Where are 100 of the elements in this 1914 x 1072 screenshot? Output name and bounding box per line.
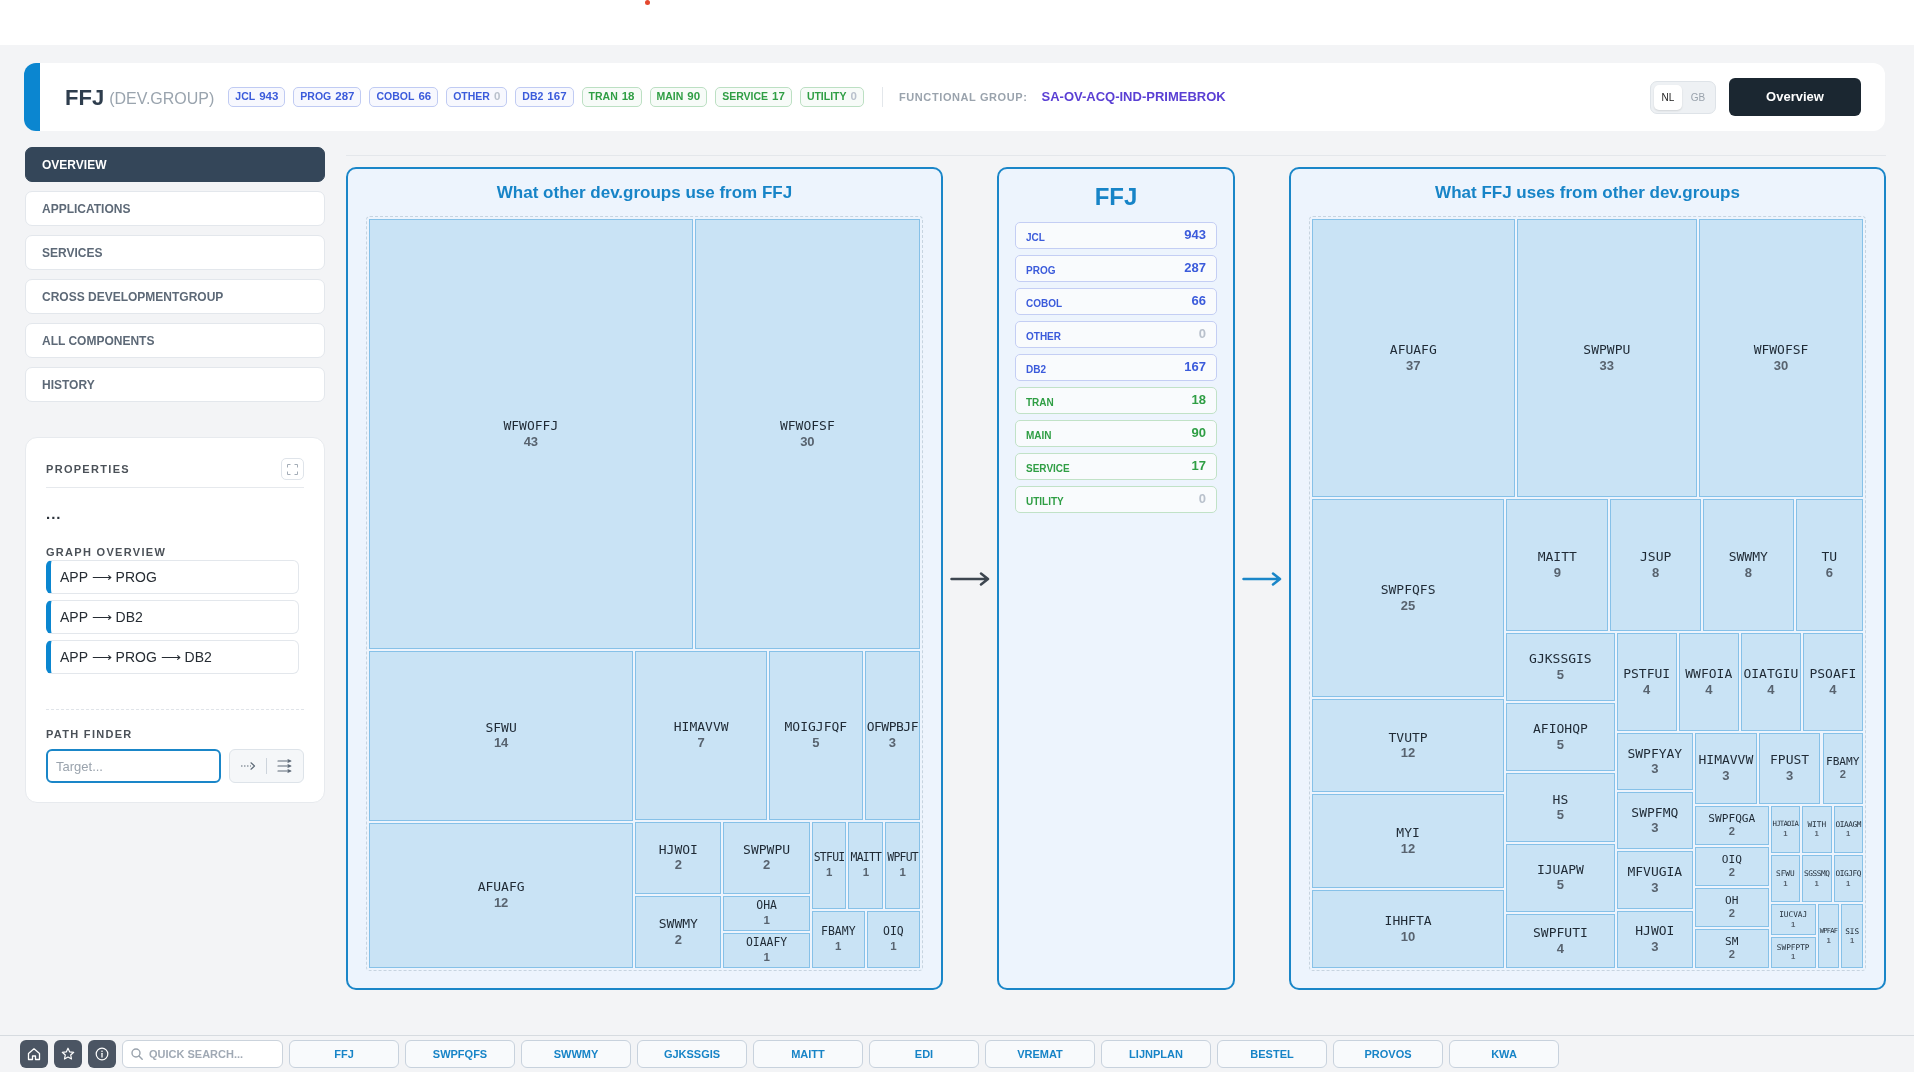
treemap-cell[interactable]: AFIOHQP 5: [1506, 703, 1615, 772]
cell-count: 1: [825, 864, 833, 880]
treemap-cell[interactable]: WFWOFFJ 43: [369, 219, 693, 649]
nav-item[interactable]: APPLICATIONS: [25, 191, 325, 226]
shortcut-button[interactable]: EDI: [869, 1040, 979, 1068]
cell-label: JSUP: [1640, 549, 1672, 565]
treemap-cell[interactable]: OHA 1: [723, 895, 810, 931]
graph-path-item[interactable]: APP ⟶ DB2: [46, 600, 299, 634]
cell-count: 3: [1651, 879, 1659, 896]
treemap-cell[interactable]: WFWOFSF 30: [1699, 219, 1863, 498]
treemap-cell[interactable]: OIQ 2: [1695, 846, 1769, 886]
treemap-cell[interactable]: PSTFUI 4: [1616, 633, 1677, 731]
shortcut-button[interactable]: LIJNPLAN: [1101, 1040, 1211, 1068]
shortcut-button[interactable]: PROVOS: [1333, 1040, 1443, 1068]
shortcut-button[interactable]: SWPFQFS: [405, 1040, 515, 1068]
treemap-cell[interactable]: JSUP 8: [1610, 499, 1701, 632]
cell-count: 8: [1652, 564, 1660, 582]
cell-label: WFWOFSF: [779, 417, 835, 434]
graph-path-item[interactable]: APP ⟶ PROG: [46, 560, 299, 594]
cell-count: 12: [493, 894, 509, 912]
treemap-cell[interactable]: OIAAFY 1: [723, 932, 810, 968]
stat-label: SERVICE: [1026, 461, 1070, 476]
cell-label: TU: [1821, 549, 1838, 565]
treemap-cell[interactable]: SWPFYAY 3: [1616, 732, 1694, 791]
cell-label: PSTFUI: [1623, 666, 1671, 682]
language-option[interactable]: NL: [1654, 84, 1682, 110]
home-button[interactable]: [20, 1040, 48, 1068]
cell-count: 2: [674, 857, 682, 874]
treemap-cell[interactable]: OIQ 1: [866, 910, 920, 968]
treemap-cell[interactable]: MFVUGIA 3: [1616, 851, 1694, 909]
treemap-cell[interactable]: OH 2: [1695, 887, 1769, 927]
treemap-cell[interactable]: SFWU 14: [369, 650, 634, 821]
treemap-cell[interactable]: AFUAFG 12: [369, 822, 634, 968]
shortcut-button[interactable]: BESTEL: [1217, 1040, 1327, 1068]
treemap-cell[interactable]: SM 2: [1695, 928, 1769, 968]
info-button[interactable]: [88, 1040, 116, 1068]
favorites-button[interactable]: [54, 1040, 82, 1068]
treemap-cell[interactable]: HS 5: [1506, 773, 1615, 842]
stat-label: MAIN: [1026, 428, 1052, 443]
lines-arrows-icon: [277, 759, 293, 773]
shortcut-button[interactable]: FFJ: [289, 1040, 399, 1068]
cell-label: AFUAFG: [1389, 342, 1437, 358]
overview-button[interactable]: Overview: [1729, 78, 1861, 116]
treemap-cell[interactable]: GJKSSGIS 5: [1506, 633, 1615, 702]
treemap-cell[interactable]: HIMAVVW 7: [635, 650, 768, 820]
cell-count: 1: [763, 913, 770, 928]
shortcut-button[interactable]: MAITT: [753, 1040, 863, 1068]
nav-item[interactable]: ALL COMPONENTS: [25, 323, 325, 358]
nav-item[interactable]: CROSS DEVELOPMENTGROUP: [25, 279, 325, 314]
shortcut-button[interactable]: SWWMY: [521, 1040, 631, 1068]
treemap-cell[interactable]: IJUAPW 5: [1506, 843, 1615, 912]
treemap-cell[interactable]: TVUTP 12: [1312, 698, 1505, 793]
treemap-cell[interactable]: SWPFQGA 2: [1695, 805, 1769, 845]
treemap-cell[interactable]: FPUST 3: [1758, 732, 1821, 804]
treemap-cell[interactable]: SWPFUTI 4: [1506, 913, 1615, 968]
cell-count: 1: [890, 939, 897, 954]
treemap-cell[interactable]: SWPWPU 2: [723, 821, 810, 894]
treemap-cell[interactable]: MYI 12: [1312, 794, 1505, 889]
treemap-cell[interactable]: FBAMY 2: [1822, 732, 1863, 804]
treemap-cell[interactable]: PSOAFI 4: [1802, 633, 1863, 731]
nav-item[interactable]: SERVICES: [25, 235, 325, 270]
dot-icon: [645, 0, 650, 5]
nav-item[interactable]: OVERVIEW: [25, 147, 325, 182]
cell-label: OIQ: [1721, 852, 1742, 867]
nav-item[interactable]: HISTORY: [25, 367, 325, 402]
treemap-cell[interactable]: SWPFMQ 3: [1616, 792, 1694, 850]
treemap-cell[interactable]: MOIGJFQF 5: [769, 650, 863, 820]
cell-label: AFUAFG: [477, 879, 525, 895]
shortcut-button[interactable]: VREMAT: [985, 1040, 1095, 1068]
treemap-cell[interactable]: SWPFQFS 25: [1312, 499, 1505, 697]
stat-value: 0: [1198, 489, 1206, 508]
treemap-cell[interactable]: HJWOI 2: [635, 821, 722, 894]
treemap-cell[interactable]: STFUI 1: [811, 821, 847, 909]
treemap-cell[interactable]: MAITT 1: [848, 821, 884, 909]
treemap-cell[interactable]: FBAMY 1: [811, 910, 865, 968]
cell-count: 5: [1556, 807, 1564, 824]
group-subtitle: (DEV.GROUP): [109, 88, 215, 109]
treemap-cell[interactable]: HJWOI 3: [1616, 910, 1694, 968]
treemap-cell[interactable]: HIMAVVW 3: [1695, 732, 1757, 804]
treemap-cell[interactable]: WFWOFSF 30: [694, 219, 920, 649]
treemap-cell[interactable]: SWWMY 2: [635, 895, 722, 968]
treemap-cell[interactable]: TU 6: [1795, 499, 1863, 632]
treemap-cell[interactable]: SWWMY 8: [1702, 499, 1794, 632]
treemap-cell[interactable]: WPFUT 1: [885, 821, 920, 909]
treemap-cell[interactable]: AFUAFG 37: [1312, 219, 1515, 498]
shortcut-button[interactable]: GJKSSGIS: [637, 1040, 747, 1068]
treemap-cell[interactable]: OFWPBJF 3: [864, 650, 920, 820]
treemap-cell[interactable]: WWFOIA 4: [1678, 633, 1739, 731]
treemap-cell[interactable]: OIATGIU 4: [1740, 633, 1801, 731]
target-input[interactable]: Target...: [46, 749, 221, 783]
shortcut-button[interactable]: KWA: [1449, 1040, 1559, 1068]
cell-label: SWPFQFS: [1380, 582, 1436, 598]
graph-path-item[interactable]: APP ⟶ PROG ⟶ DB2: [46, 640, 299, 674]
cell-label: OIATGIU: [1743, 666, 1799, 682]
treemap-cell[interactable]: IHHFTA 10: [1312, 890, 1505, 968]
cell-label: OH: [1725, 893, 1739, 908]
treemap-cell[interactable]: SWPWPU 33: [1516, 219, 1698, 498]
treemap-cell[interactable]: MAITT 9: [1506, 499, 1609, 632]
quick-search-field[interactable]: QUICK SEARCH...: [122, 1040, 283, 1068]
stat-value: 167: [1184, 357, 1206, 376]
